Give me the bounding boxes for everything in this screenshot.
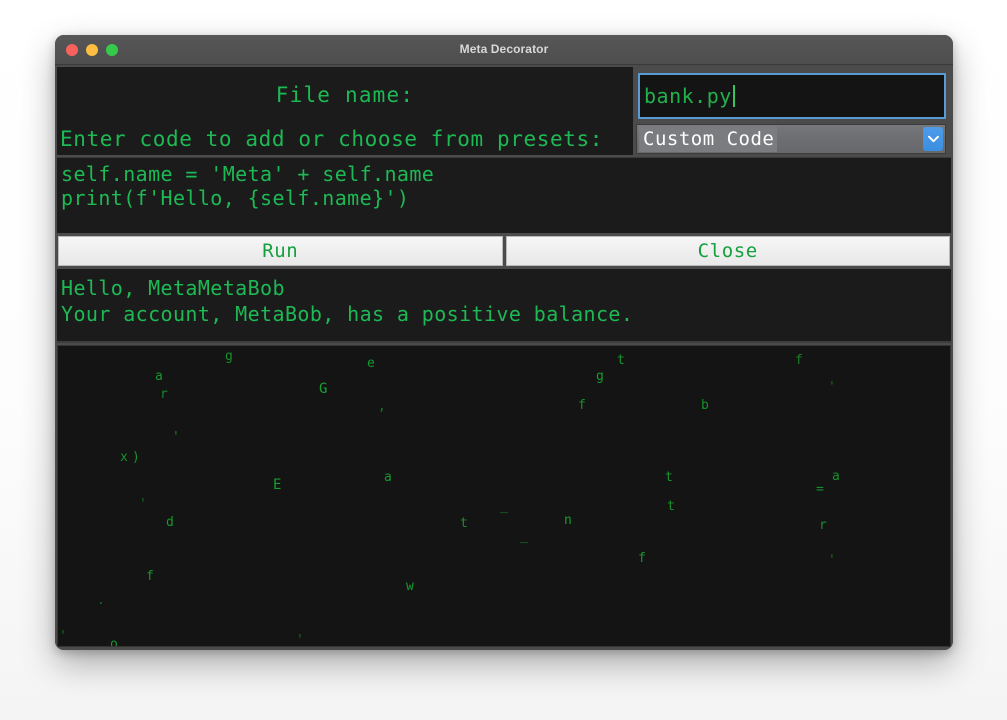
matrix-glyph: E — [273, 477, 282, 493]
matrix-glyph: ' — [828, 380, 836, 395]
matrix-glyph: . — [97, 593, 105, 608]
matrix-glyph: a — [832, 469, 840, 484]
minimize-window-button[interactable] — [86, 43, 98, 56]
matrix-glyph: ' — [172, 430, 180, 445]
filename-input-value: bank.py — [644, 83, 732, 108]
filename-field-wrapper: bank.py — [633, 67, 951, 123]
matrix-rain-panel: getfagrG',fb'x)atEa=t_'dtnr_f'fw.'o'. — [57, 345, 951, 647]
matrix-glyph: b — [701, 398, 709, 413]
matrix-glyph: a — [155, 369, 163, 384]
preset-select-wrapper: Custom Code — [633, 123, 951, 155]
matrix-glyph: f — [578, 398, 586, 413]
filename-label: File name: — [57, 67, 633, 123]
matrix-glyph: G — [319, 381, 328, 397]
close-button[interactable]: Close — [505, 236, 950, 266]
screen: Meta Decorator File name: bank.py Enter … — [0, 0, 1007, 720]
close-window-button[interactable] — [66, 43, 78, 56]
window-body: File name: bank.py Enter code to add or … — [55, 65, 953, 650]
matrix-glyph: t — [667, 499, 675, 514]
matrix-glyph: d — [166, 515, 174, 530]
output-console: Hello, MetaMetaBob Your account, MetaBob… — [57, 269, 951, 343]
matrix-glyph: _ — [500, 499, 508, 514]
matrix-glyph: ' — [296, 633, 304, 647]
matrix-glyph: = — [816, 482, 824, 497]
matrix-glyph: _ — [520, 529, 528, 544]
matrix-glyph: w — [406, 579, 414, 594]
matrix-glyph: t — [617, 353, 625, 368]
matrix-glyph: f — [795, 353, 803, 368]
matrix-glyph: g — [225, 349, 233, 364]
action-buttons: Run Close — [57, 236, 951, 266]
matrix-glyph: r — [160, 387, 168, 402]
matrix-glyph: ' — [59, 629, 67, 644]
matrix-glyph: , — [378, 399, 386, 414]
presets-row: Enter code to add or choose from presets… — [57, 123, 951, 155]
matrix-glyph: t — [665, 470, 673, 485]
chevron-down-icon[interactable] — [923, 127, 943, 151]
matrix-glyph: t — [460, 516, 468, 531]
preset-select-value: Custom Code — [639, 126, 778, 152]
code-editor[interactable]: self.name = 'Meta' + self.name print(f'H… — [57, 157, 951, 233]
matrix-glyph: n — [564, 513, 572, 528]
matrix-glyph: f — [146, 569, 154, 584]
preset-select[interactable]: Custom Code — [636, 124, 946, 154]
matrix-glyph: r — [819, 518, 827, 533]
matrix-glyph: x — [120, 450, 128, 465]
window-title: Meta Decorator — [459, 42, 549, 56]
filename-input[interactable]: bank.py — [638, 72, 946, 119]
presets-label: Enter code to add or choose from presets… — [57, 123, 633, 155]
matrix-glyph: . — [765, 645, 773, 646]
filename-row: File name: bank.py — [57, 67, 951, 123]
matrix-glyph: ' — [828, 553, 836, 568]
matrix-glyph: o — [110, 637, 118, 647]
zoom-window-button[interactable] — [106, 43, 118, 56]
matrix-glyph: g — [596, 369, 604, 384]
matrix-glyph: ) — [132, 450, 140, 465]
matrix-glyph: e — [367, 356, 375, 371]
app-window: Meta Decorator File name: bank.py Enter … — [55, 35, 953, 650]
matrix-glyph: f — [638, 551, 646, 566]
run-button[interactable]: Run — [58, 236, 503, 266]
window-titlebar: Meta Decorator — [55, 35, 953, 65]
matrix-glyph: a — [384, 470, 392, 485]
text-caret — [732, 84, 735, 107]
matrix-glyph: ' — [139, 497, 147, 512]
window-controls — [66, 35, 118, 64]
